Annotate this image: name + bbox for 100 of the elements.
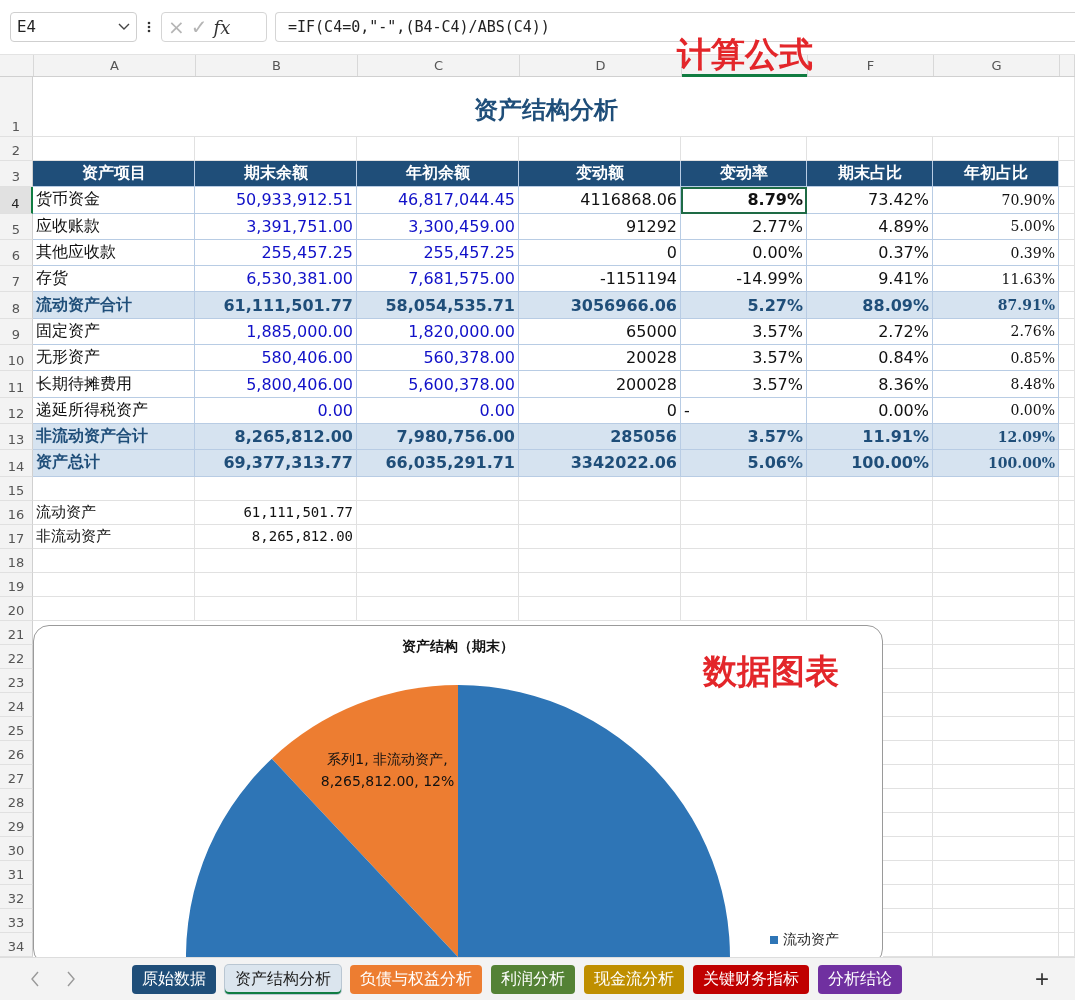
empty-cell[interactable] bbox=[357, 524, 519, 549]
row-number[interactable]: 29 bbox=[0, 812, 33, 837]
row-number[interactable]: 9 bbox=[0, 318, 33, 346]
empty-cell[interactable] bbox=[1059, 292, 1075, 319]
empty-cell[interactable] bbox=[807, 572, 933, 597]
sheet-tab[interactable]: 利润分析 bbox=[491, 964, 575, 994]
empty-cell[interactable] bbox=[807, 524, 933, 549]
row-number[interactable]: 18 bbox=[0, 548, 33, 573]
insert-function-button[interactable]: fx bbox=[211, 16, 233, 38]
empty-cell[interactable] bbox=[933, 716, 1059, 741]
empty-cell[interactable] bbox=[1059, 548, 1075, 573]
next-icon[interactable] bbox=[66, 971, 76, 987]
empty-cell[interactable] bbox=[933, 596, 1059, 621]
empty-cell[interactable] bbox=[807, 500, 933, 525]
empty-cell[interactable] bbox=[1059, 476, 1075, 501]
row-number[interactable]: 6 bbox=[0, 239, 33, 267]
empty-cell[interactable] bbox=[1059, 836, 1075, 861]
empty-cell[interactable] bbox=[933, 908, 1059, 933]
row-number[interactable]: 21 bbox=[0, 620, 33, 645]
empty-cell[interactable] bbox=[1059, 500, 1075, 525]
row-number[interactable]: 7 bbox=[0, 266, 33, 293]
empty-cell[interactable] bbox=[1059, 764, 1075, 789]
empty-cell[interactable] bbox=[357, 596, 519, 621]
empty-cell[interactable] bbox=[1059, 318, 1075, 346]
empty-cell[interactable] bbox=[807, 596, 933, 621]
empty-cell[interactable] bbox=[1059, 213, 1075, 240]
add-sheet-button[interactable]: + bbox=[1029, 964, 1055, 994]
empty-cell[interactable] bbox=[195, 572, 357, 597]
empty-cell[interactable] bbox=[933, 836, 1059, 861]
sheet-tab[interactable]: 资产结构分析 bbox=[225, 964, 341, 994]
empty-cell[interactable] bbox=[1059, 908, 1075, 933]
row-number[interactable]: 27 bbox=[0, 764, 33, 789]
empty-cell[interactable] bbox=[681, 596, 807, 621]
empty-cell[interactable] bbox=[933, 740, 1059, 765]
row-number[interactable]: 16 bbox=[0, 500, 33, 525]
empty-cell[interactable] bbox=[1059, 620, 1075, 645]
row-number[interactable]: 11 bbox=[0, 371, 33, 398]
sheet-tab[interactable]: 关键财务指标 bbox=[693, 964, 809, 994]
row-number[interactable]: 25 bbox=[0, 716, 33, 741]
previous-icon[interactable] bbox=[30, 971, 40, 987]
empty-cell[interactable] bbox=[519, 476, 681, 501]
row-number[interactable]: 30 bbox=[0, 836, 33, 861]
row-number[interactable]: 17 bbox=[0, 524, 33, 549]
empty-cell[interactable] bbox=[933, 788, 1059, 813]
empty-cell[interactable] bbox=[1059, 161, 1075, 188]
empty-cell[interactable] bbox=[883, 620, 933, 645]
empty-cell[interactable] bbox=[933, 476, 1059, 501]
sheet-tab[interactable]: 原始数据 bbox=[132, 964, 216, 994]
empty-cell[interactable] bbox=[1059, 450, 1075, 477]
empty-cell[interactable] bbox=[519, 548, 681, 573]
empty-cell[interactable] bbox=[933, 812, 1059, 837]
empty-cell[interactable] bbox=[195, 476, 357, 501]
empty-cell[interactable] bbox=[933, 572, 1059, 597]
row-number[interactable]: 3 bbox=[0, 161, 33, 188]
empty-cell[interactable] bbox=[933, 668, 1059, 693]
row-number[interactable]: 19 bbox=[0, 572, 33, 597]
row-number[interactable]: 8 bbox=[0, 292, 33, 319]
empty-cell[interactable] bbox=[1059, 524, 1075, 549]
empty-cell[interactable] bbox=[1059, 716, 1075, 741]
pie-slice[interactable] bbox=[271, 685, 458, 957]
empty-cell[interactable] bbox=[933, 548, 1059, 573]
empty-cell[interactable] bbox=[933, 884, 1059, 909]
empty-cell[interactable] bbox=[681, 524, 807, 549]
row-number[interactable]: 34 bbox=[0, 932, 33, 957]
empty-cell[interactable] bbox=[357, 548, 519, 573]
empty-cell[interactable] bbox=[519, 572, 681, 597]
sheet-tab[interactable]: 分析结论 bbox=[818, 964, 902, 994]
empty-cell[interactable] bbox=[519, 524, 681, 549]
row-number[interactable]: 26 bbox=[0, 740, 33, 765]
empty-cell[interactable] bbox=[807, 548, 933, 573]
empty-cell[interactable] bbox=[1059, 884, 1075, 909]
empty-cell[interactable] bbox=[1059, 239, 1075, 267]
row-number[interactable]: 10 bbox=[0, 345, 33, 372]
empty-cell[interactable] bbox=[933, 644, 1059, 669]
column-header[interactable]: B bbox=[196, 55, 358, 76]
empty-cell[interactable] bbox=[1059, 644, 1075, 669]
empty-cell[interactable] bbox=[933, 524, 1059, 549]
empty-cell[interactable] bbox=[807, 476, 933, 501]
row-number[interactable]: 23 bbox=[0, 668, 33, 693]
more-icon[interactable] bbox=[147, 21, 151, 33]
empty-cell[interactable] bbox=[1059, 397, 1075, 424]
name-box[interactable]: E4 bbox=[10, 12, 137, 42]
row-number[interactable]: 12 bbox=[0, 397, 33, 424]
row-number[interactable]: 22 bbox=[0, 644, 33, 669]
empty-cell[interactable] bbox=[933, 860, 1059, 885]
row-number[interactable]: 13 bbox=[0, 423, 33, 451]
empty-cell[interactable] bbox=[933, 500, 1059, 525]
empty-cell[interactable] bbox=[195, 548, 357, 573]
row-number[interactable]: 32 bbox=[0, 884, 33, 909]
empty-cell[interactable] bbox=[195, 596, 357, 621]
empty-cell[interactable] bbox=[681, 572, 807, 597]
row-number[interactable]: 15 bbox=[0, 476, 33, 501]
row-number[interactable]: 14 bbox=[0, 450, 33, 477]
empty-cell[interactable] bbox=[933, 932, 1059, 957]
empty-cell[interactable] bbox=[357, 500, 519, 525]
column-header[interactable]: A bbox=[34, 55, 196, 76]
empty-cell[interactable] bbox=[1059, 77, 1075, 137]
empty-cell[interactable] bbox=[681, 476, 807, 501]
row-number[interactable]: 31 bbox=[0, 860, 33, 885]
empty-cell[interactable] bbox=[357, 476, 519, 501]
